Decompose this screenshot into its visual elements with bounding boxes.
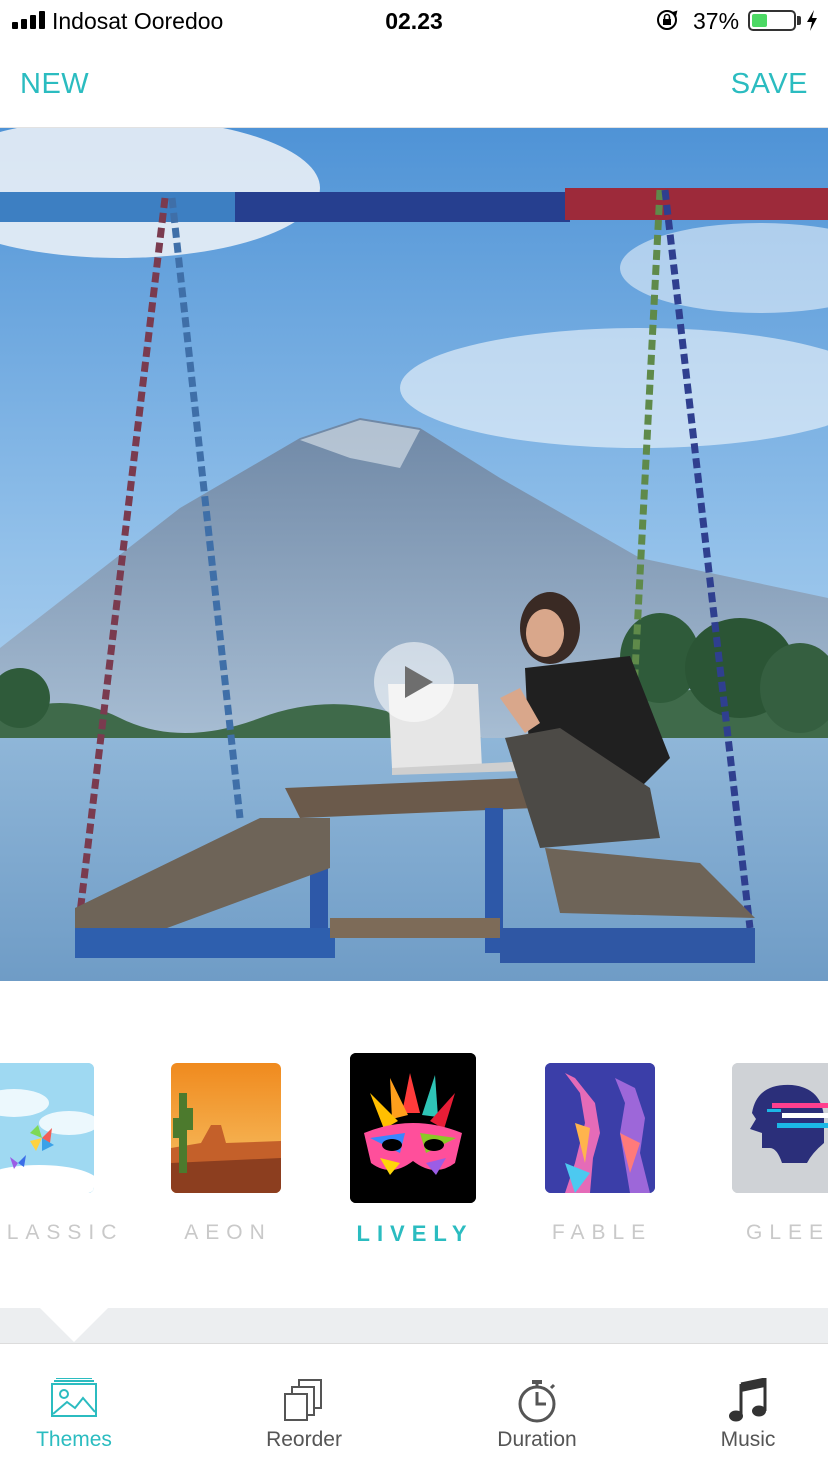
tab-label-themes: Themes — [36, 1428, 112, 1451]
theme-thumbnail-aeon — [171, 1063, 281, 1193]
new-button[interactable]: NEW — [20, 68, 89, 101]
tab-label-music: Music — [720, 1428, 776, 1451]
play-icon — [405, 666, 433, 698]
battery-percent: 37% — [693, 8, 740, 34]
tab-label-reorder: Reorder — [266, 1428, 342, 1451]
video-preview[interactable] — [0, 128, 828, 981]
status-bar: Indosat Ooredoo 02.23 37% — [0, 0, 828, 42]
tab-themes[interactable]: Themes — [0, 1344, 164, 1472]
play-button[interactable] — [374, 642, 454, 722]
charging-bolt-icon — [807, 10, 817, 31]
tab-indicator-notch — [40, 1308, 108, 1342]
battery-fill — [752, 14, 767, 27]
theme-thumbnail-glee — [732, 1063, 828, 1193]
tab-label-duration: Duration — [497, 1428, 577, 1451]
preview-photo — [0, 128, 828, 981]
image-icon — [51, 1378, 97, 1417]
desert-icon — [171, 1063, 281, 1193]
music-note-icon — [729, 1378, 767, 1422]
dancers-icon — [545, 1063, 655, 1193]
stopwatch-icon — [518, 1380, 556, 1423]
battery-tip — [797, 16, 801, 25]
tab-indicator-band — [0, 1308, 828, 1343]
nav-bar: NEW SAVE — [0, 42, 828, 128]
head-profile-icon — [732, 1063, 828, 1193]
theme-thumbnail-classic — [0, 1063, 94, 1193]
battery-icon — [748, 10, 796, 31]
tab-duration[interactable]: Duration — [447, 1344, 627, 1472]
tab-reorder[interactable]: Reorder — [214, 1344, 394, 1472]
theme-thumbnail-fable — [545, 1063, 655, 1193]
pinwheel-icon — [0, 1063, 94, 1193]
tab-bar: Themes Reorder Duration Music — [0, 1343, 828, 1472]
save-button[interactable]: SAVE — [731, 68, 808, 101]
theme-thumbnail-lively — [350, 1053, 476, 1203]
tab-music[interactable]: Music — [658, 1344, 828, 1472]
carnival-mask-icon — [350, 1053, 476, 1203]
themes-carousel[interactable]: CLASSIC AEON — [0, 981, 828, 1308]
copy-icon — [284, 1379, 322, 1421]
theme-label-glee: GLEE — [745, 1221, 828, 1244]
lock-rotation-icon — [657, 10, 678, 30]
